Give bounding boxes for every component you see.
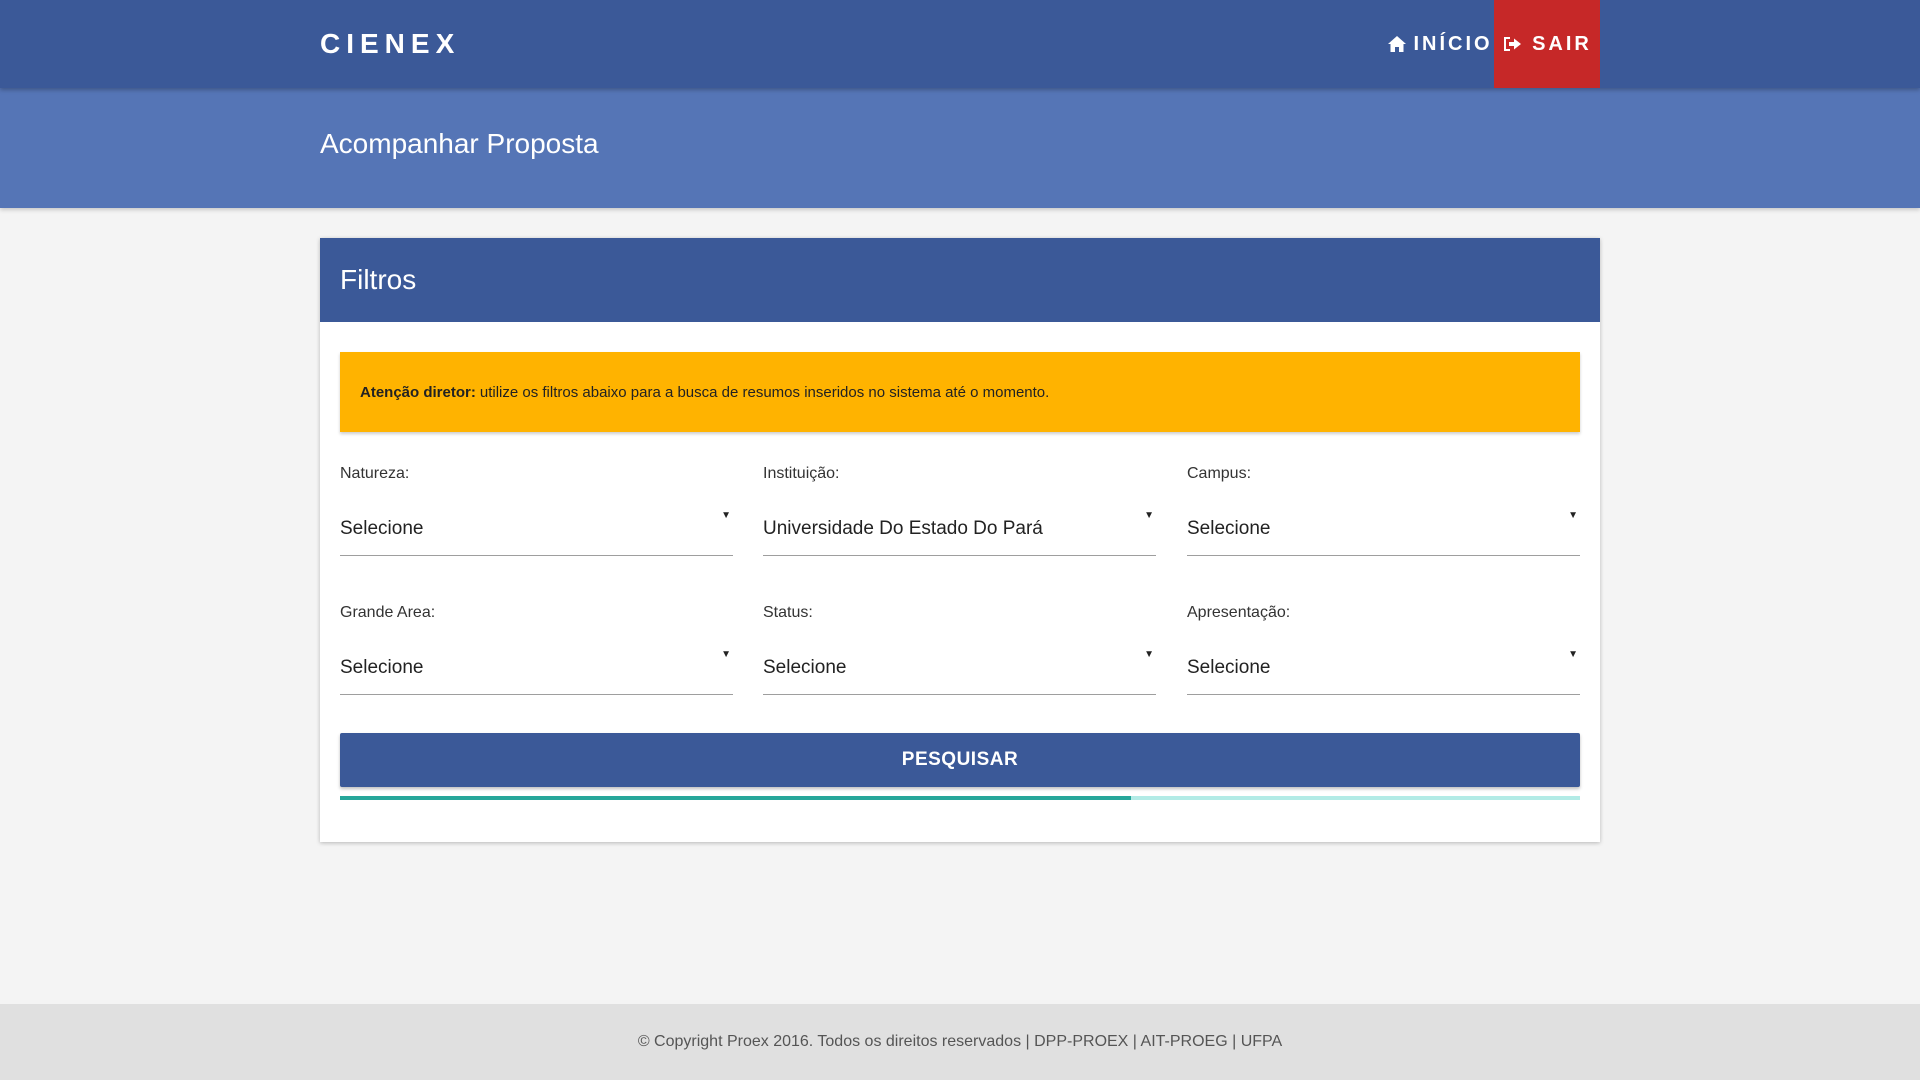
top-navbar: CIENEX INÍCIO SAIR: [0, 0, 1920, 88]
nav-sair-label: SAIR: [1532, 32, 1592, 55]
caret-down-icon: ▼: [721, 510, 731, 521]
grande-area-label: Grande Area:: [340, 604, 436, 621]
caret-down-icon: ▼: [1144, 649, 1154, 660]
natureza-label: Natureza:: [340, 465, 410, 482]
instituicao-label: Instituição:: [763, 465, 840, 482]
alert-strong-text: Atenção diretor:: [360, 383, 476, 401]
page-title: Acompanhar Proposta: [320, 128, 599, 159]
card-title: Filtros: [340, 264, 417, 295]
campus-field: Campus: Selecione ▼: [1187, 464, 1580, 556]
caret-down-icon: ▼: [1568, 649, 1578, 660]
nav-inicio-link[interactable]: INÍCIO: [1386, 0, 1494, 88]
status-value: Selecione: [763, 657, 847, 678]
instituicao-select[interactable]: Universidade Do Estado Do Pará ▼: [763, 500, 1156, 556]
caret-down-icon: ▼: [1568, 510, 1578, 521]
card-header: Filtros: [320, 238, 1600, 322]
status-label: Status:: [763, 604, 813, 621]
nav-sair-button[interactable]: SAIR: [1494, 0, 1600, 88]
progress-bar: [340, 796, 1580, 800]
brand-logo[interactable]: CIENEX: [320, 24, 460, 64]
search-button[interactable]: PESQUISAR: [340, 733, 1580, 787]
grande-area-value: Selecione: [340, 657, 424, 678]
status-field: Status: Selecione ▼: [763, 603, 1156, 695]
nav-inicio-label: INÍCIO: [1413, 32, 1493, 55]
apresentacao-label: Apresentação:: [1187, 604, 1291, 621]
natureza-value: Selecione: [340, 518, 424, 539]
apresentacao-field: Apresentação: Selecione ▼: [1187, 603, 1580, 695]
natureza-field: Natureza: Selecione ▼: [340, 464, 733, 556]
page-header: Acompanhar Proposta: [0, 88, 1920, 208]
campus-label: Campus:: [1187, 465, 1252, 482]
footer: © Copyright Proex 2016. Todos os direito…: [0, 1004, 1920, 1080]
warning-alert: Atenção diretor: utilize os filtros abai…: [340, 352, 1580, 432]
status-select[interactable]: Selecione ▼: [763, 639, 1156, 695]
instituicao-field: Instituição: Universidade Do Estado Do P…: [763, 464, 1156, 556]
campus-select[interactable]: Selecione ▼: [1187, 500, 1580, 556]
home-icon: [1387, 35, 1407, 53]
instituicao-value: Universidade Do Estado Do Pará: [763, 518, 1043, 539]
sign-out-icon: [1502, 35, 1522, 53]
grande-area-field: Grande Area: Selecione ▼: [340, 603, 733, 695]
natureza-select[interactable]: Selecione ▼: [340, 500, 733, 556]
apresentacao-value: Selecione: [1187, 657, 1271, 678]
caret-down-icon: ▼: [1144, 510, 1154, 521]
campus-value: Selecione: [1187, 518, 1271, 539]
caret-down-icon: ▼: [721, 649, 731, 660]
progress-bar-fill: [340, 796, 1132, 800]
grande-area-select[interactable]: Selecione ▼: [340, 639, 733, 695]
filters-card: Filtros Atenção diretor: utilize os filt…: [320, 238, 1600, 842]
footer-copyright: © Copyright Proex 2016. Todos os direito…: [637, 1033, 1283, 1050]
apresentacao-select[interactable]: Selecione ▼: [1187, 639, 1580, 695]
alert-text: utilize os filtros abaixo para a busca d…: [479, 383, 1050, 401]
